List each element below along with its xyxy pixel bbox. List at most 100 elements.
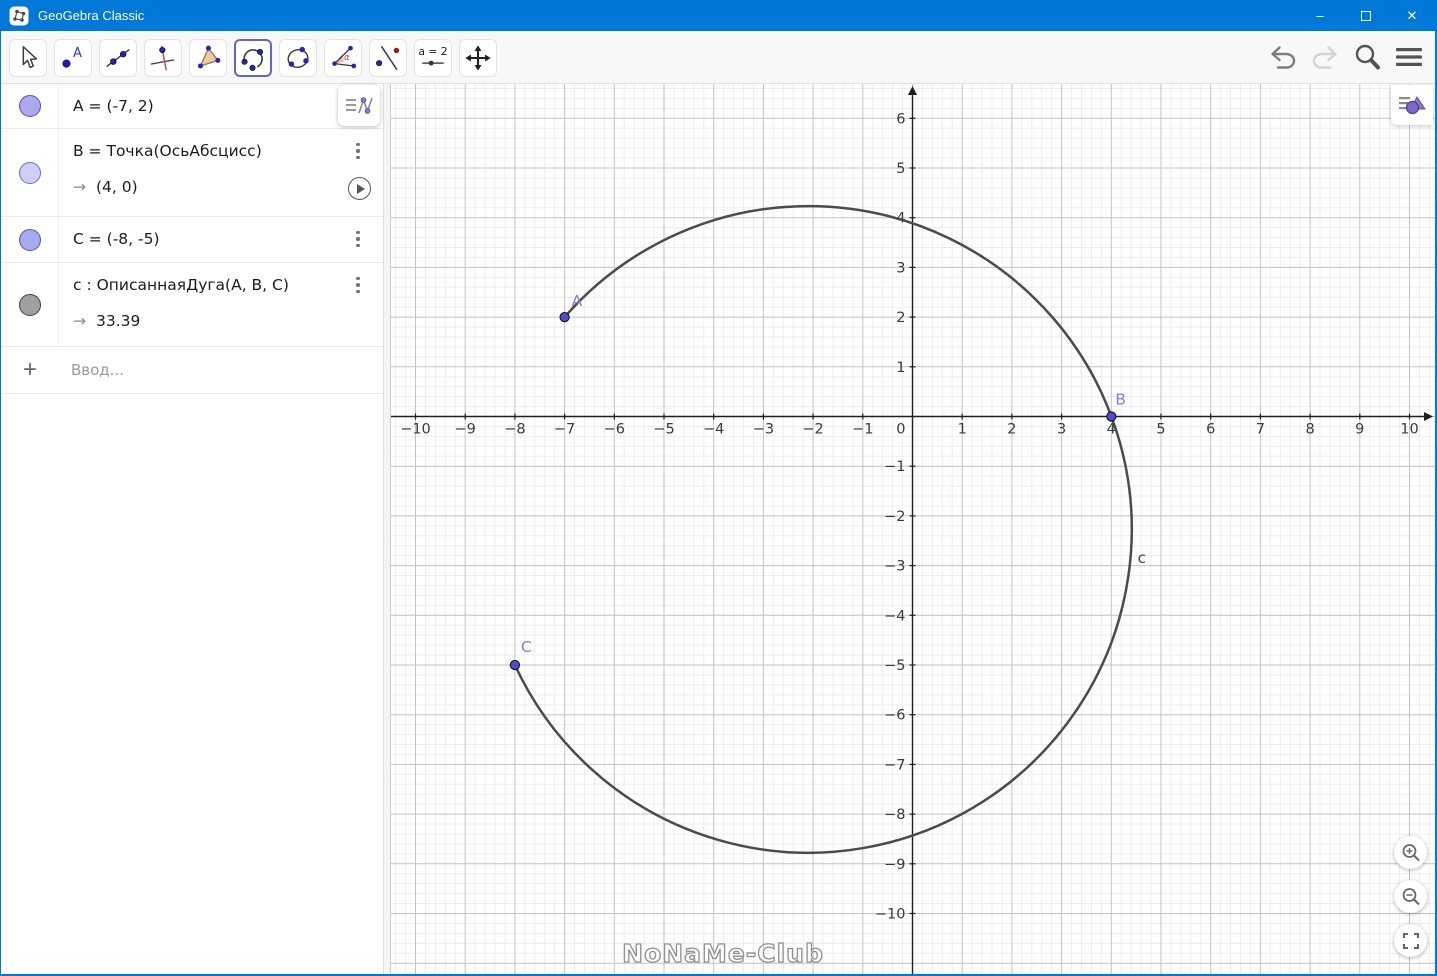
algebra-row-C[interactable]: C = (-8, -5)	[1, 217, 383, 263]
y-axis-arrow	[908, 86, 917, 95]
angle-tool-button[interactable]: α	[324, 39, 362, 77]
x-tick-label: 8	[1305, 422, 1314, 438]
panel-splitter[interactable]	[383, 84, 391, 974]
circumcircular-arc-icon	[241, 48, 264, 71]
x-axis-arrow	[1424, 412, 1433, 421]
sort-descriptions-icon	[346, 96, 373, 114]
visibility-toggle-A[interactable]	[18, 95, 41, 117]
algebra-row-arc-c[interactable]: c : ОписаннаяДуга(A, B, C) → 33.39	[1, 263, 383, 347]
value-B: → (4, 0)	[73, 178, 138, 196]
fullscreen-button[interactable]	[1394, 924, 1427, 957]
redo-icon	[1312, 46, 1337, 69]
definition-A: A = (-7, 2)	[73, 97, 154, 115]
conic-through-points-tool-button[interactable]	[279, 39, 317, 77]
row-menu-C[interactable]	[351, 229, 365, 249]
point-C[interactable]	[509, 659, 521, 671]
undo-icon	[1271, 46, 1296, 69]
move-graphics-tool-button[interactable]	[459, 39, 497, 77]
redo-button[interactable]	[1309, 42, 1341, 72]
undo-button[interactable]	[1267, 42, 1299, 72]
animate-point-B-button[interactable]	[348, 177, 371, 200]
algebra-sort-button[interactable]	[338, 85, 380, 126]
y-tick-label: −7	[884, 757, 905, 773]
fullscreen-icon	[1402, 932, 1419, 949]
maximize-button[interactable]	[1343, 0, 1389, 31]
x-tick-label: 9	[1355, 422, 1364, 438]
y-tick-label: 1	[896, 360, 905, 376]
x-tick-label: −8	[504, 422, 525, 438]
row-menu-B[interactable]	[351, 141, 365, 161]
y-tick-label: −3	[884, 559, 905, 575]
move-graphics-icon	[465, 45, 491, 71]
title-bar: GeoGebra Classic – ✕	[1, 0, 1435, 31]
circumcircular-arc-tool-button[interactable]	[234, 39, 272, 77]
zoom-out-button[interactable]	[1394, 880, 1427, 913]
algebra-row-B[interactable]: B = Точка(ОсьАбсцисс) → (4, 0)	[1, 129, 383, 217]
y-tick-label: 5	[896, 161, 905, 177]
move-tool-button[interactable]	[9, 39, 47, 77]
point-icon: A	[62, 46, 82, 68]
app-window: GeoGebra Classic – ✕ A α a = 2 A = (-7, …	[0, 0, 1437, 976]
slider-tool-button[interactable]: a = 2	[414, 39, 452, 77]
perpendicular-line-tool-button[interactable]	[144, 39, 182, 77]
row-menu-arc-c[interactable]	[351, 275, 365, 295]
output-arrow-icon: →	[73, 312, 86, 330]
x-tick-label: −10	[400, 422, 431, 438]
polygon-tool-button[interactable]	[189, 39, 227, 77]
reflect-icon	[376, 45, 400, 71]
point-label-B: B	[1115, 391, 1126, 409]
x-tick-label: −2	[802, 422, 823, 438]
line-icon	[106, 48, 130, 68]
window-title: GeoGebra Classic	[38, 8, 145, 23]
x-tick-label: −3	[753, 422, 774, 438]
minimize-button[interactable]: –	[1297, 0, 1343, 31]
play-icon	[356, 183, 365, 194]
algebra-input[interactable]	[59, 347, 383, 393]
polygon-icon	[197, 45, 221, 69]
y-tick-label: −1	[884, 459, 905, 475]
svg-text:α: α	[344, 52, 350, 62]
origin-label: 0	[896, 422, 905, 438]
point-A[interactable]	[559, 311, 570, 323]
point-B[interactable]	[1106, 411, 1117, 422]
search-button[interactable]	[1351, 42, 1383, 72]
x-tick-label: 1	[958, 422, 967, 438]
svg-text:A: A	[73, 46, 82, 61]
x-tick-label: −4	[703, 422, 724, 438]
value-arc-c: → 33.39	[73, 312, 141, 330]
close-button[interactable]: ✕	[1389, 0, 1435, 31]
coordinate-plane[interactable]: −10 −9 −8 −7 −6 −5 −4 −3 −2 −1 1 2 3 4 5 6 7 8 9 10654321−1…	[391, 84, 1435, 974]
graphics-stylebar-button[interactable]	[1391, 85, 1433, 125]
x-tick-label: −9	[455, 422, 476, 438]
graphics-view[interactable]: −10 −9 −8 −7 −6 −5 −4 −3 −2 −1 1 2 3 4 5 6 7 8 9 10 6 5 4 3 2 1 −1…	[391, 84, 1435, 974]
cursor-icon	[22, 46, 38, 69]
y-tick-label: 3	[896, 260, 905, 276]
zoom-in-button[interactable]	[1394, 836, 1427, 869]
arc-label-c: c	[1138, 549, 1146, 567]
watermark: NoNaMe-Club	[621, 938, 824, 968]
x-tick-label: 6	[1206, 422, 1215, 438]
x-tick-label: 2	[1007, 422, 1016, 438]
y-tick-label: 2	[896, 310, 905, 326]
reflect-tool-button[interactable]	[369, 39, 407, 77]
visibility-toggle-arc-c[interactable]	[18, 293, 41, 316]
zoom-out-icon	[1402, 887, 1420, 905]
svg-text:a = 2: a = 2	[418, 45, 447, 58]
definition-B: B = Точка(ОсьАбсцисс)	[73, 142, 262, 160]
zoom-in-icon	[1402, 843, 1420, 861]
algebra-row-A[interactable]: A = (-7, 2)	[1, 84, 383, 129]
maximize-icon	[1361, 10, 1371, 21]
x-tick-label: −6	[604, 422, 625, 438]
visibility-toggle-C[interactable]	[18, 228, 41, 251]
main-menu-button[interactable]	[1393, 42, 1425, 72]
visibility-toggle-B[interactable]	[18, 161, 41, 184]
line-tool-button[interactable]	[99, 39, 137, 77]
point-tool-button[interactable]: A	[54, 39, 92, 77]
x-tick-label: 7	[1256, 422, 1265, 438]
algebra-view: A = (-7, 2) B = Точка(ОсьАбсцисс) → (4, …	[1, 84, 383, 974]
y-tick-label: 6	[896, 111, 905, 127]
slider-icon: a = 2	[418, 45, 448, 66]
add-expression-icon: +	[22, 356, 37, 383]
x-tick-label: −7	[554, 422, 575, 438]
stylebar-icon	[1399, 96, 1426, 115]
